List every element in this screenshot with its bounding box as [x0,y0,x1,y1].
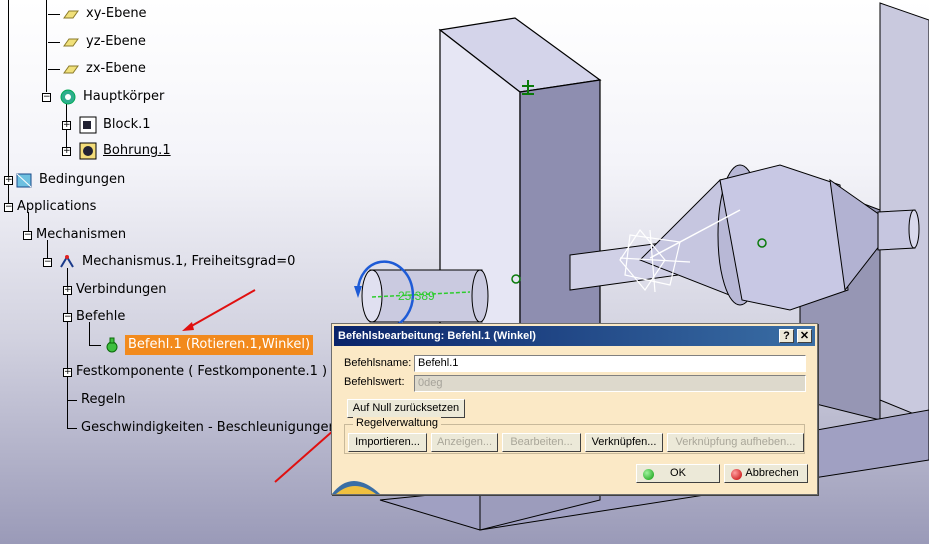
left-shaft-ring [471,269,489,323]
tree-node-command-1[interactable]: Befehl.1 (Rotieren.1,Winkel) [89,335,314,355]
ok-label: OK [670,467,686,479]
tree-label: Applications [17,199,97,214]
tree-label: Befehle [76,309,126,324]
expand-icon[interactable]: + [63,285,72,295]
unlink-button: Verknüpfung aufheben... [667,433,804,452]
tree-node-joints[interactable]: + Verbindungen [63,280,169,300]
collapse-icon[interactable]: − [4,202,13,212]
tree-label: Hauptkörper [83,89,165,104]
right-stub-end [908,209,920,249]
command-name-field[interactable]: Befehl.1 [414,355,806,372]
command-name-label: Befehlsname: [344,357,412,369]
annotation-arrowhead-1 [182,322,194,331]
tree-node-xy-plane[interactable]: xy-Ebene [48,4,149,24]
expand-icon[interactable]: + [4,175,13,185]
tree-label: Verbindungen [76,282,167,297]
tree-node-yz-plane[interactable]: yz-Ebene [48,32,148,52]
import-button[interactable]: Importieren... [348,433,427,452]
tree-node-block[interactable]: + Block.1 [62,115,153,135]
tree-node-mechanism-1[interactable]: − Mechanismus.1, Freiheitsgrad=0 [43,252,297,272]
hole-icon [79,142,97,160]
constraints-icon [15,171,33,189]
tree-node-fixed-part[interactable]: + Festkomponente ( Festkomponente.1 ) [63,362,329,382]
help-button[interactable]: ? [779,329,794,343]
tree-label: Mechanismus.1, Freiheitsgrad=0 [82,254,296,269]
command-icon [103,336,121,354]
rotation-arrowhead-icon [354,286,362,298]
command-value-label: Befehlswert: [344,376,405,388]
tree-label: Geschwindigkeiten - Beschleunigungen [81,420,337,435]
dimension-label: 25.389 [398,289,435,303]
gear-icon [59,88,77,106]
tree-label-selected: Befehl.1 (Rotieren.1,Winkel) [125,335,314,355]
collapse-icon[interactable]: − [63,312,72,322]
tree-label: Mechanismen [36,227,127,242]
plane-icon [62,60,80,78]
dialog-title-bar[interactable]: Befehlsbearbeitung: Befehl.1 (Winkel) ? … [334,326,815,346]
expand-icon[interactable]: + [62,120,71,130]
tree-label: Bohrung.1 [103,143,171,158]
tree-label: Block.1 [103,117,151,132]
annotation-arrow-1 [187,289,256,329]
expand-icon[interactable]: + [62,146,71,156]
plane-icon [62,33,80,51]
tree-label: Regeln [81,392,126,407]
close-button[interactable]: ✕ [797,329,812,343]
show-button: Anzeigen... [431,433,498,452]
collapse-icon[interactable]: − [42,92,51,102]
tree-node-constraints[interactable]: + Bedingungen [4,170,127,190]
tree-node-laws[interactable]: Regeln [67,390,128,410]
command-value-field: 0deg [414,375,806,392]
ok-button[interactable]: OK [636,464,720,483]
tree-node-commands[interactable]: − Befehle [63,307,127,327]
tree-label: Bedingungen [39,172,126,187]
expand-icon[interactable]: + [63,367,72,377]
law-management-legend: Regelverwaltung [353,417,441,429]
catia-logo-icon [332,481,380,494]
tree-node-mechanisms[interactable]: − Mechanismen [23,225,128,245]
mechanism-icon [58,253,76,271]
reset-to-zero-button[interactable]: Auf Null zurücksetzen [347,399,465,418]
tree-node-main-body[interactable]: − Hauptkörper [42,87,166,107]
command-edit-dialog: Befehlsbearbeitung: Befehl.1 (Winkel) ? … [331,323,818,495]
plate-front-face [519,79,601,341]
tree-label: yz-Ebene [86,34,146,49]
collapse-icon[interactable]: − [43,257,52,267]
link-button[interactable]: Verknüpfen... [585,433,663,452]
collapse-icon[interactable]: − [23,230,32,240]
pad-icon [79,116,97,134]
edit-button: Bearbeiten... [502,433,581,452]
cancel-icon [731,469,742,480]
plane-icon [62,5,80,23]
tree-line-planes [46,0,47,92]
tree-node-zx-plane[interactable]: zx-Ebene [48,59,148,79]
tree-node-speeds[interactable]: Geschwindigkeiten - Beschleunigungen [67,418,339,438]
tree-label: zx-Ebene [86,61,146,76]
ok-icon [643,469,654,480]
cancel-button[interactable]: Abbrechen [724,464,808,483]
tree-label: xy-Ebene [86,6,147,21]
tree-label: Festkomponente ( Festkomponente.1 ) [76,364,328,379]
tree-node-hole[interactable]: + Bohrung.1 [62,141,173,161]
dialog-title: Befehlsbearbeitung: Befehl.1 (Winkel) [338,330,536,342]
cancel-label: Abbrechen [745,467,799,479]
tree-node-applications[interactable]: − Applications [4,197,98,217]
